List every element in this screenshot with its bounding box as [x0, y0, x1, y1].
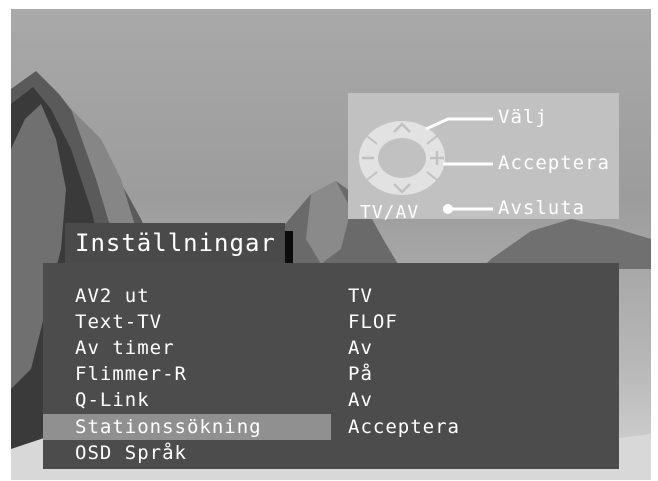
menu-item-value: Av — [348, 389, 373, 411]
tv-screen: Välj Acceptera Avsluta TV/AV Inställning… — [11, 9, 651, 480]
menu-item-label: AV2 ut — [75, 285, 150, 307]
menu-item-stationssokning[interactable]: Stationssökning Acceptera — [43, 414, 619, 440]
menu-item-av2-ut[interactable]: AV2 ut TV — [43, 283, 619, 309]
menu-item-av-timer[interactable]: Av timer Av — [43, 335, 619, 361]
menu-item-label: Text-TV — [75, 311, 163, 333]
menu-item-text-tv[interactable]: Text-TV FLOF — [43, 309, 619, 335]
menu-item-value: FLOF — [348, 311, 398, 333]
exit-help-label: Avsluta — [498, 197, 586, 219]
tvav-button-label: TV/AV — [360, 202, 420, 223]
menu-item-value: Av — [348, 337, 373, 359]
menu-item-value: På — [348, 363, 373, 385]
menu-item-osd-sprak[interactable]: OSD Språk — [43, 440, 619, 466]
accept-help-label: Acceptera — [498, 152, 610, 174]
menu-item-label: OSD Språk — [75, 442, 187, 464]
menu-item-label: Flimmer-R — [75, 363, 187, 385]
menu-item-value: TV — [348, 285, 373, 307]
menu-item-value: Acceptera — [348, 416, 460, 438]
menu-item-label: Av timer — [75, 337, 175, 359]
menu-item-label: Q-Link — [75, 389, 150, 411]
menu-item-q-link[interactable]: Q-Link Av — [43, 387, 619, 413]
menu-item-label: Stationssökning — [75, 416, 262, 438]
menu-item-flimmer-r[interactable]: Flimmer-R På — [43, 361, 619, 387]
remote-help-panel: Välj Acceptera Avsluta TV/AV — [348, 93, 619, 223]
select-help-label: Välj — [498, 106, 548, 128]
menu-title-box: Inställningar — [65, 223, 285, 263]
menu-title: Inställningar — [75, 229, 276, 257]
settings-menu: AV2 ut TV Text-TV FLOF Av timer Av Flimm… — [43, 263, 619, 469]
